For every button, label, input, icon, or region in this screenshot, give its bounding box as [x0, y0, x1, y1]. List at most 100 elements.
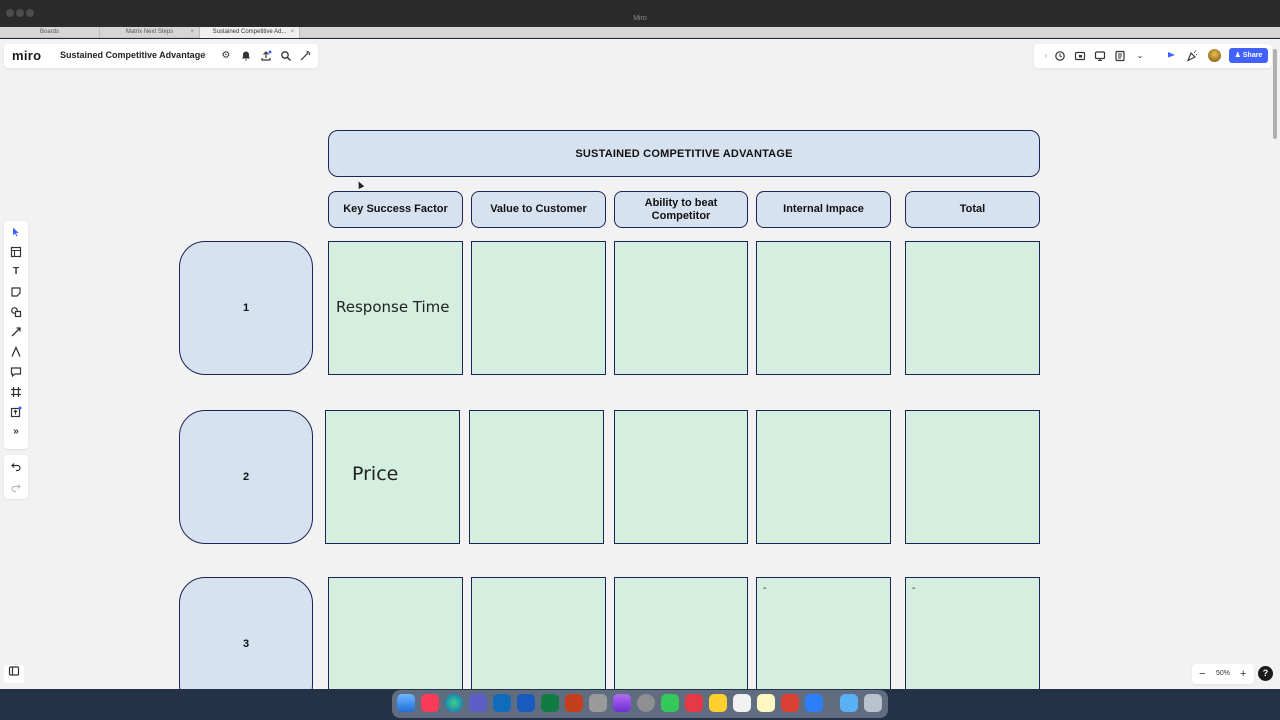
excel-icon[interactable] — [541, 694, 559, 712]
cell-row2-internal-impact[interactable] — [756, 410, 891, 544]
tab-boards[interactable]: Boards — [0, 27, 100, 38]
comment-icon[interactable] — [10, 366, 22, 378]
row-label-1[interactable]: 1 — [179, 241, 313, 375]
header-key-success-factor[interactable]: Key Success Factor — [328, 191, 463, 228]
tab-label: Sustained Competitive Ad... — [212, 29, 287, 35]
cell-row3-ability-to-beat-competitor[interactable] — [614, 577, 748, 689]
downloads-folder-icon[interactable] — [840, 694, 858, 712]
cell-row1-value-to-customer[interactable] — [471, 241, 606, 375]
zoom-out-button[interactable]: − — [1199, 664, 1205, 684]
cell-row2-total[interactable] — [905, 410, 1040, 544]
messages-icon[interactable] — [661, 694, 679, 712]
board-toolbar: miro Sustained Competitive Advantage ☆ ⚙ — [4, 44, 318, 68]
more-icon[interactable]: ⌄ — [1134, 50, 1146, 62]
miro-logo[interactable]: miro — [12, 48, 41, 63]
zoom-controls: − 50% + — [1192, 664, 1254, 684]
timer-icon[interactable] — [1054, 50, 1066, 62]
close-tab-icon[interactable]: × — [290, 27, 294, 38]
present-icon[interactable] — [1094, 50, 1106, 62]
tab-label: Matrix Next Steps — [125, 29, 174, 35]
cell-row2-key-success-factor[interactable]: Price — [325, 410, 460, 544]
cell-text: Response Time — [336, 298, 450, 316]
magic-icon[interactable] — [299, 50, 311, 62]
podcast-icon[interactable] — [613, 694, 631, 712]
redo-icon[interactable] — [10, 481, 22, 493]
system-settings-icon[interactable] — [637, 694, 655, 712]
cell-text: - — [763, 583, 767, 594]
cell-row1-key-success-factor[interactable]: Response Time — [328, 241, 463, 375]
acrobat-icon[interactable] — [685, 694, 703, 712]
header-label: Key Success Factor — [343, 203, 448, 215]
user-avatar[interactable] — [1208, 49, 1221, 62]
word-icon[interactable] — [517, 694, 535, 712]
frames-icon[interactable] — [1074, 50, 1086, 62]
bell-icon[interactable] — [240, 50, 252, 62]
header-total[interactable]: Total — [905, 191, 1040, 228]
upload-icon[interactable] — [10, 406, 22, 418]
vertical-scrollbar[interactable] — [1273, 49, 1277, 139]
sticky-note-icon[interactable] — [10, 286, 22, 298]
connector-icon[interactable] — [10, 326, 22, 338]
upload-icon[interactable] — [260, 50, 272, 62]
settings-icon[interactable]: ⚙ — [220, 50, 232, 62]
sidebar-panel-toggle-icon[interactable] — [4, 665, 24, 683]
tab-sustained-competitive-advantage[interactable]: Sustained Competitive Ad... × — [200, 27, 300, 38]
select-icon[interactable] — [10, 226, 22, 238]
row-label-3[interactable]: 3 — [179, 577, 313, 689]
templates-icon[interactable] — [10, 246, 22, 258]
matrix-title[interactable]: SUSTAINED COMPETITIVE ADVANTAGE — [328, 130, 1040, 177]
cell-row1-ability-to-beat-competitor[interactable] — [614, 241, 748, 375]
celebrate-icon[interactable] — [1186, 50, 1198, 62]
shapes-icon[interactable] — [10, 306, 22, 318]
zoom-level[interactable]: 50% — [1216, 664, 1230, 684]
edge-icon[interactable] — [445, 694, 463, 712]
more-tools-icon[interactable]: » — [10, 426, 22, 438]
help-button[interactable]: ? — [1258, 666, 1273, 681]
pen-icon[interactable] — [10, 345, 22, 358]
cell-row1-total[interactable] — [905, 241, 1040, 375]
header-ability-to-beat-competitor[interactable]: Ability to beat Competitor — [614, 191, 748, 228]
todoist-icon[interactable] — [781, 694, 799, 712]
star-icon[interactable]: ☆ — [198, 50, 210, 62]
teams-icon[interactable] — [469, 694, 487, 712]
calculator-icon[interactable] — [589, 694, 607, 712]
close-tab-icon[interactable]: × — [190, 27, 194, 38]
window-titlebar: Miro — [0, 0, 1280, 27]
undo-icon[interactable] — [10, 460, 22, 472]
trash-icon[interactable] — [864, 694, 882, 712]
miro-app-icon[interactable] — [709, 694, 727, 712]
tab-matrix-next-steps[interactable]: Matrix Next Steps × — [100, 27, 200, 38]
cell-row2-ability-to-beat-competitor[interactable] — [614, 410, 748, 544]
notes-app-icon[interactable] — [757, 694, 775, 712]
search-icon[interactable] — [280, 50, 292, 62]
reactions-icon[interactable] — [1166, 50, 1178, 62]
header-value-to-customer[interactable]: Value to Customer — [471, 191, 606, 228]
frame-icon[interactable] — [10, 386, 22, 398]
cell-row3-total[interactable]: - — [905, 577, 1040, 689]
header-label: Total — [959, 203, 986, 215]
cell-row3-key-success-factor[interactable] — [328, 577, 463, 689]
creation-toolbar: T » — [4, 221, 28, 449]
powerpoint-icon[interactable] — [565, 694, 583, 712]
finder-icon[interactable] — [397, 694, 415, 712]
chevron-right-icon[interactable]: › — [1040, 50, 1052, 62]
share-label: Share — [1242, 52, 1263, 59]
outlook-icon[interactable] — [493, 694, 511, 712]
cell-row3-value-to-customer[interactable] — [471, 577, 606, 689]
zoom-in-button[interactable]: + — [1240, 664, 1246, 684]
music-icon[interactable] — [421, 694, 439, 712]
cell-row1-internal-impact[interactable] — [756, 241, 891, 375]
header-internal-impact[interactable]: Internal Impace — [756, 191, 891, 228]
header-label: Internal Impace — [783, 203, 864, 215]
row-label-2[interactable]: 2 — [179, 410, 313, 544]
docs-icon[interactable] — [805, 694, 823, 712]
share-button[interactable]: ♟ Share — [1229, 48, 1268, 63]
cell-row3-internal-impact[interactable]: - — [756, 577, 891, 689]
text-icon[interactable]: T — [10, 266, 22, 278]
textedit-icon[interactable] — [733, 694, 751, 712]
cell-row2-value-to-customer[interactable] — [469, 410, 604, 544]
cell-text: - — [912, 583, 916, 594]
board-name[interactable]: Sustained Competitive Advantage — [60, 50, 205, 60]
board-canvas[interactable]: miro Sustained Competitive Advantage ☆ ⚙… — [0, 39, 1280, 689]
notes-icon[interactable] — [1114, 50, 1126, 62]
